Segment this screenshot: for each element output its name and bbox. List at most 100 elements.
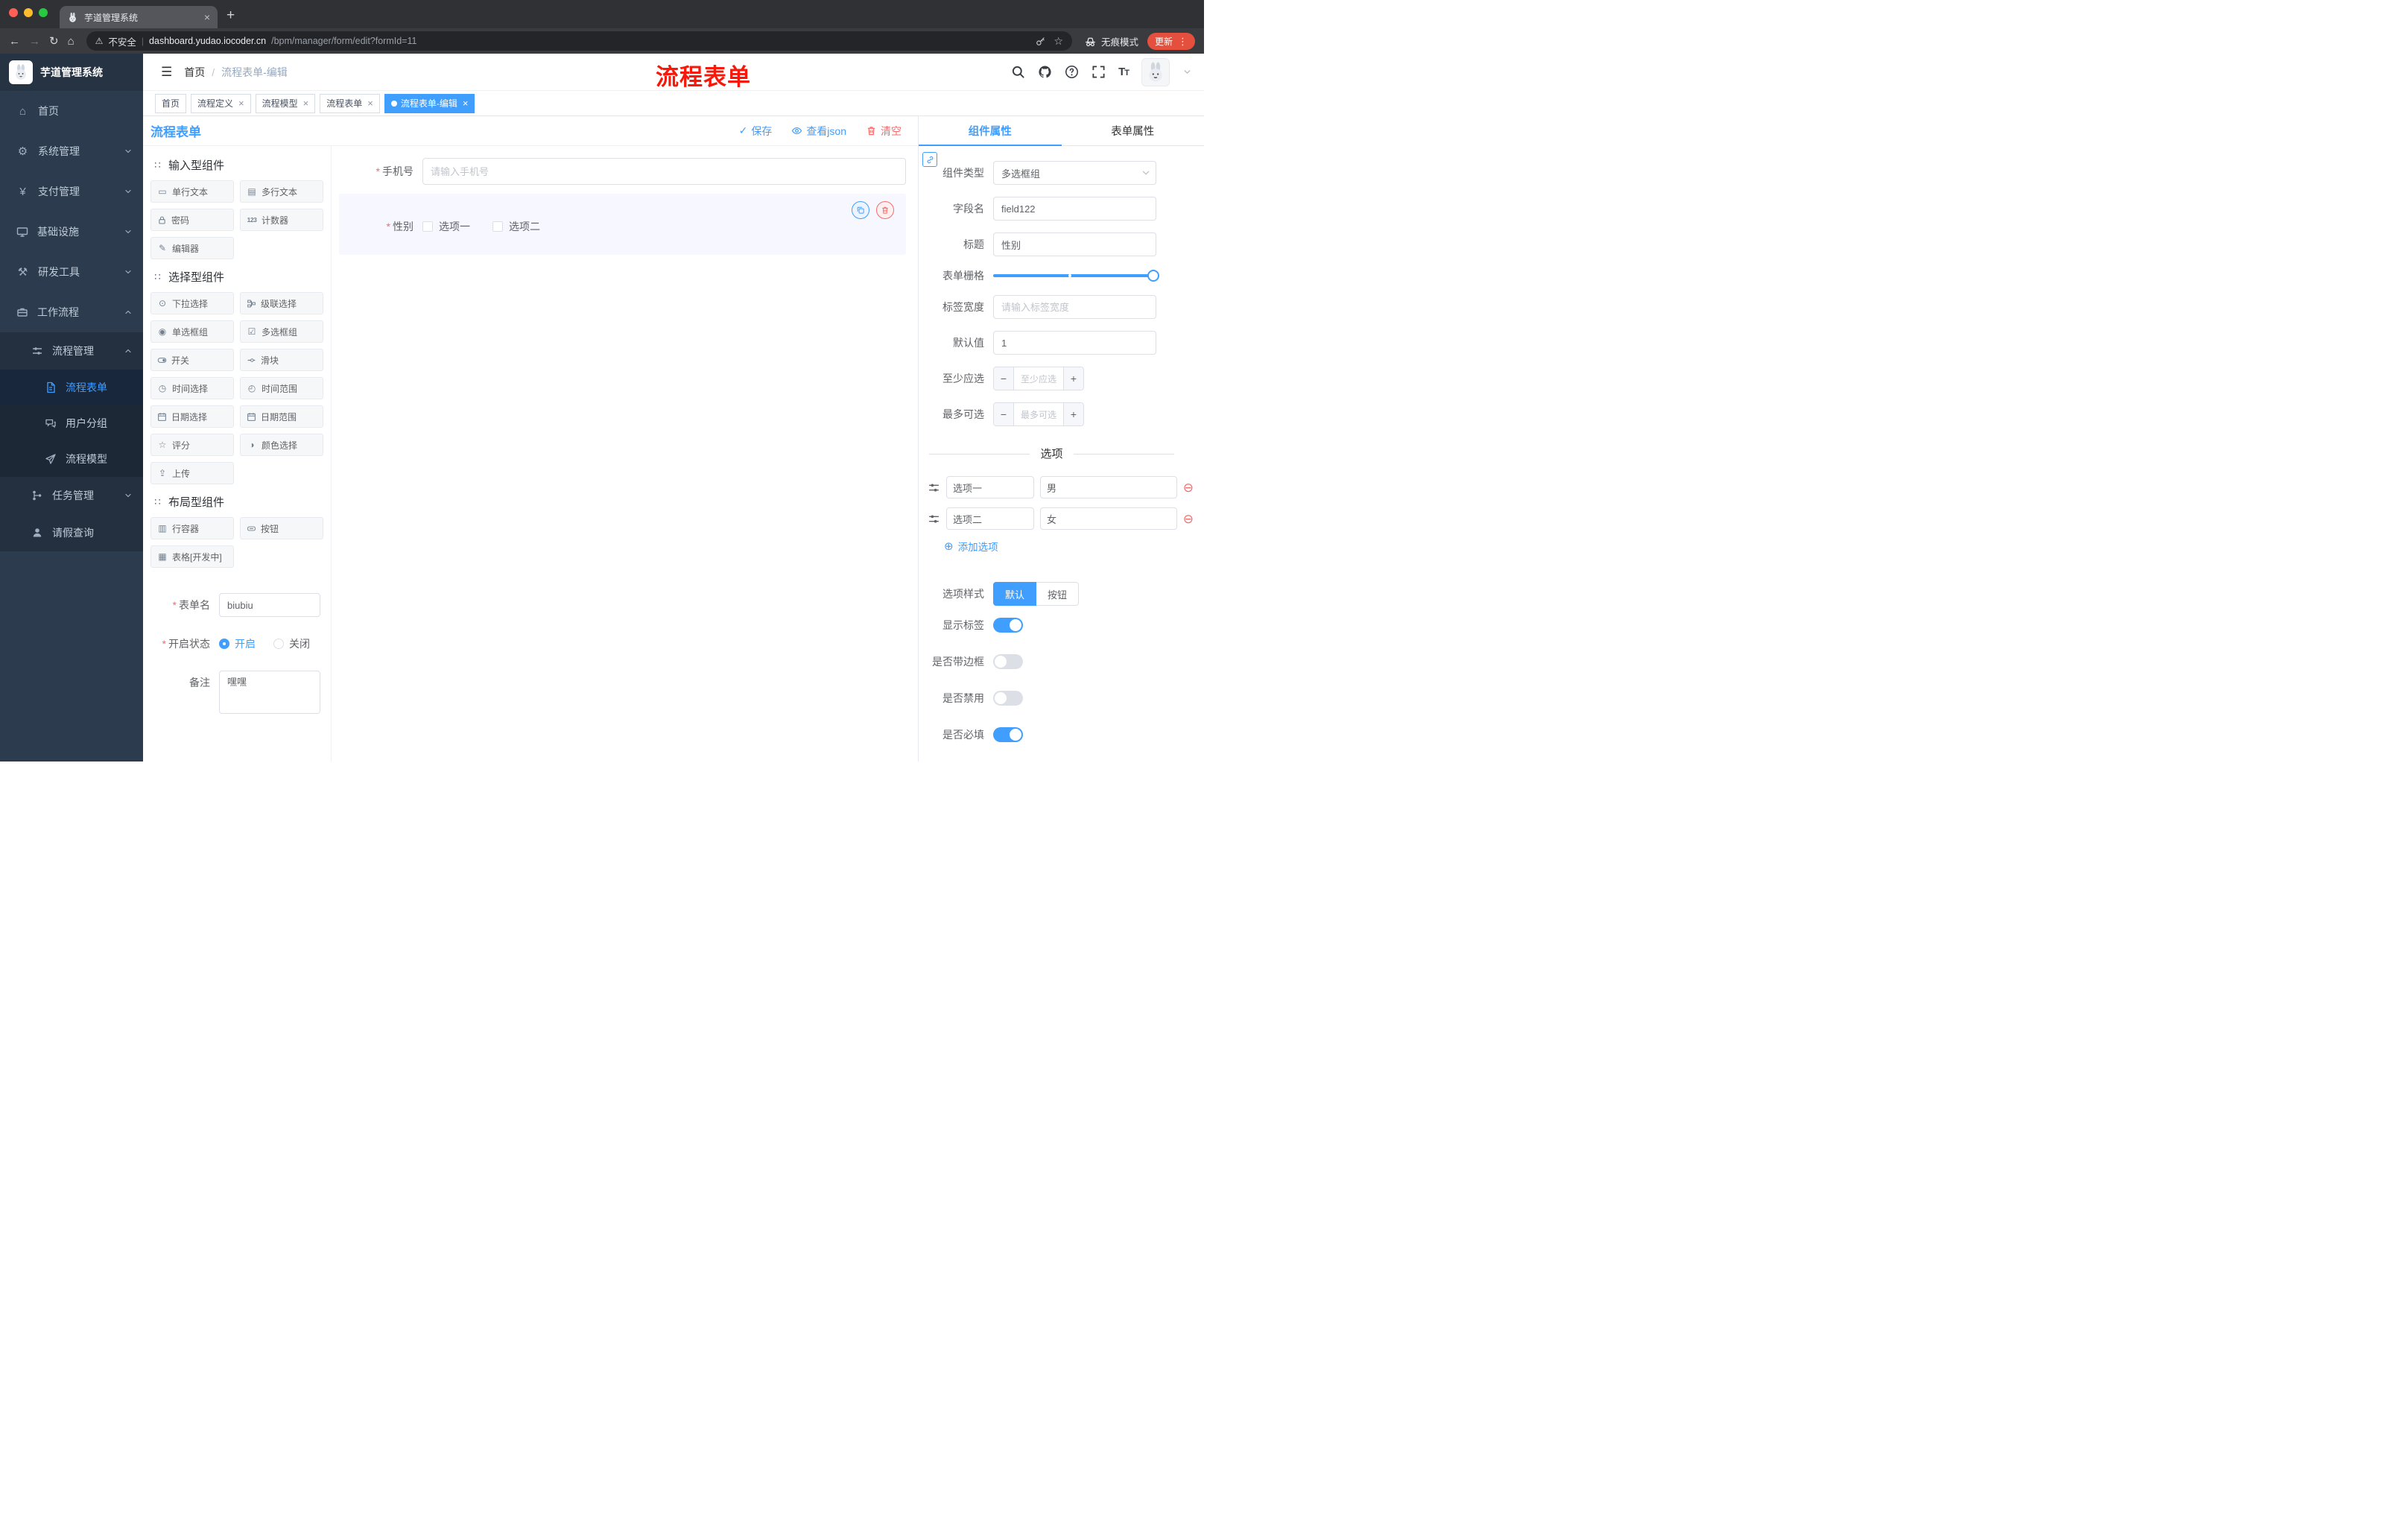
chip-button[interactable]: 按钮: [240, 517, 323, 539]
save-button[interactable]: ✓ 保存: [739, 124, 773, 139]
chip-switch[interactable]: 开关: [150, 349, 234, 371]
chip-upload[interactable]: ⇪ 上传: [150, 462, 234, 484]
chip-single-line-text[interactable]: ▭ 单行文本: [150, 180, 234, 203]
field-phone[interactable]: * 手机号: [339, 158, 906, 185]
breadcrumb-home[interactable]: 首页: [184, 65, 205, 80]
drag-handle-icon[interactable]: [928, 481, 940, 494]
search-icon[interactable]: [1011, 65, 1025, 79]
checkbox-option-1[interactable]: 选项一: [422, 219, 470, 234]
bookmark-star-icon[interactable]: ☆: [1054, 35, 1063, 48]
tag-home[interactable]: 首页: [155, 93, 187, 113]
sidebar-item-process-form[interactable]: 流程表单: [0, 370, 143, 405]
link-icon[interactable]: [922, 152, 937, 167]
title-input[interactable]: [993, 232, 1156, 256]
sidebar-item-system[interactable]: ⚙ 系统管理: [0, 131, 143, 171]
tab-close-icon[interactable]: ×: [204, 11, 210, 23]
radio-closed[interactable]: 关闭: [273, 636, 310, 651]
chip-password[interactable]: 密码: [150, 209, 234, 231]
sidebar-item-payment[interactable]: ¥ 支付管理: [0, 171, 143, 212]
copy-field-button[interactable]: [852, 201, 869, 219]
chip-date-picker[interactable]: 日期选择: [150, 405, 234, 428]
chip-row-container[interactable]: ▥ 行容器: [150, 517, 234, 539]
new-tab-button[interactable]: +: [226, 7, 235, 24]
app-logo[interactable]: 芋道管理系统: [0, 54, 143, 91]
address-bar[interactable]: ⚠ 不安全 | dashboard.yudao.iocoder.cn/bpm/m…: [86, 31, 1072, 51]
browser-update-button[interactable]: 更新 ⋮: [1147, 32, 1195, 50]
required-switch[interactable]: [993, 727, 1023, 742]
component-type-select[interactable]: [993, 161, 1156, 185]
back-icon[interactable]: ←: [9, 36, 20, 47]
sidebar-item-task-mgmt[interactable]: 任务管理: [0, 477, 143, 514]
max-stepper-value[interactable]: 最多可选: [1014, 403, 1063, 425]
chip-table[interactable]: ▦ 表格[开发中]: [150, 545, 234, 568]
option-2-name-input[interactable]: [946, 507, 1034, 530]
chip-rate[interactable]: ☆ 评分: [150, 434, 234, 456]
sidebar-item-user-group[interactable]: 用户分组: [0, 405, 143, 441]
minus-button[interactable]: −: [994, 367, 1014, 390]
tab-component-props[interactable]: 组件属性: [919, 116, 1062, 146]
sidebar-item-leave-query[interactable]: 请假查询: [0, 514, 143, 551]
tag-process-form-edit[interactable]: 流程表单-编辑 ×: [384, 93, 475, 113]
fullscreen-icon[interactable]: [1091, 65, 1106, 79]
plus-button[interactable]: +: [1063, 403, 1083, 425]
tag-process-form[interactable]: 流程表单 ×: [320, 93, 380, 113]
tag-process-definition[interactable]: 流程定义 ×: [191, 93, 251, 113]
add-option-button[interactable]: ⊕ 添加选项: [944, 539, 1204, 554]
home-icon[interactable]: ⌂: [68, 36, 75, 47]
show-label-switch[interactable]: [993, 618, 1023, 633]
avatar[interactable]: [1141, 57, 1170, 86]
password-key-icon[interactable]: [1036, 36, 1046, 46]
default-value-input[interactable]: [993, 331, 1156, 355]
chip-editor[interactable]: ✎ 编辑器: [150, 237, 234, 259]
field-name-input[interactable]: [993, 197, 1156, 221]
close-icon[interactable]: ×: [367, 98, 373, 109]
chip-checkbox-group[interactable]: ☑ 多选框组: [240, 320, 323, 343]
min-stepper-value[interactable]: 至少应选: [1014, 367, 1063, 390]
form-name-input[interactable]: [219, 593, 320, 617]
disabled-switch[interactable]: [993, 691, 1023, 706]
sidebar-item-devtools[interactable]: ⚒ 研发工具: [0, 252, 143, 292]
browser-menu-icon[interactable]: ⋮: [1178, 37, 1188, 46]
window-zoom-button[interactable]: [39, 8, 48, 17]
remove-option-icon[interactable]: ⊖: [1183, 481, 1194, 494]
radio-open[interactable]: 开启: [219, 636, 256, 651]
avatar-caret-icon[interactable]: [1182, 67, 1192, 77]
grid-slider[interactable]: [993, 270, 1159, 282]
option-1-name-input[interactable]: [946, 476, 1034, 498]
view-json-button[interactable]: 查看json: [791, 124, 846, 139]
remove-option-icon[interactable]: ⊖: [1183, 513, 1194, 525]
phone-input[interactable]: [422, 158, 906, 185]
chip-counter[interactable]: 123 计数器: [240, 209, 323, 231]
window-close-button[interactable]: [9, 8, 18, 17]
style-default-button[interactable]: 默认: [993, 582, 1037, 606]
drag-handle-icon[interactable]: [928, 513, 940, 525]
sidebar-item-home[interactable]: ⌂ 首页: [0, 91, 143, 131]
slider-handle[interactable]: [1147, 270, 1159, 282]
chip-color-picker[interactable]: ◑ 颜色选择: [240, 434, 323, 456]
tag-process-model[interactable]: 流程模型 ×: [255, 93, 316, 113]
remark-textarea[interactable]: 嘿嘿: [219, 671, 320, 714]
tab-form-props[interactable]: 表单属性: [1062, 116, 1205, 145]
browser-tab[interactable]: 芋道管理系统 ×: [60, 6, 218, 28]
close-icon[interactable]: ×: [463, 98, 469, 109]
chip-slider[interactable]: 滑块: [240, 349, 323, 371]
font-size-icon[interactable]: TT: [1118, 66, 1129, 78]
label-width-input[interactable]: [993, 295, 1156, 319]
checkbox-option-2[interactable]: 选项二: [492, 219, 540, 234]
clear-button[interactable]: 清空: [866, 124, 902, 139]
sidebar-item-process-model[interactable]: 流程模型: [0, 441, 143, 477]
chip-radio-group[interactable]: ◉ 单选框组: [150, 320, 234, 343]
sidebar-item-infra[interactable]: 基础设施: [0, 212, 143, 252]
chip-select[interactable]: ⊙ 下拉选择: [150, 292, 234, 314]
sidebar-item-workflow[interactable]: 工作流程: [0, 292, 143, 332]
window-minimize-button[interactable]: [24, 8, 33, 17]
option-2-value-input[interactable]: [1040, 507, 1177, 530]
reload-icon[interactable]: ↻: [49, 36, 59, 47]
chip-cascader[interactable]: 级联选择: [240, 292, 323, 314]
option-1-value-input[interactable]: [1040, 476, 1177, 498]
chip-time-picker[interactable]: ◷ 时间选择: [150, 377, 234, 399]
minus-button[interactable]: −: [994, 403, 1014, 425]
close-icon[interactable]: ×: [303, 98, 309, 109]
github-icon[interactable]: [1038, 65, 1052, 79]
sidebar-item-process-mgmt[interactable]: 流程管理: [0, 332, 143, 370]
